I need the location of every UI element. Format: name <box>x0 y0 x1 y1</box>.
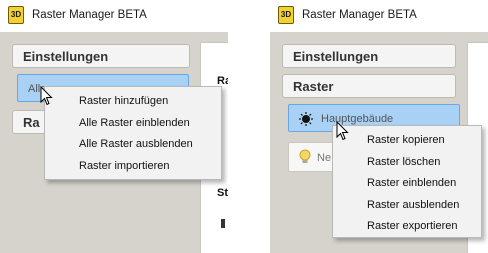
raster-hidden-bulb-icon[interactable] <box>298 149 312 165</box>
settings-button[interactable]: Einstellungen <box>12 44 190 68</box>
settings-button[interactable]: Einstellungen <box>282 44 456 68</box>
raster-button[interactable]: Raster <box>282 74 456 98</box>
menu-item-delete-raster[interactable]: Raster löschen <box>333 152 481 174</box>
menu-item-hide-all-rasters[interactable]: Alle Raster ausblenden <box>45 134 221 156</box>
app-icon: 3D <box>278 6 294 24</box>
panel-text-fragment <box>221 219 225 228</box>
context-menu: Raster kopieren Raster löschen Raster ei… <box>332 125 482 238</box>
raster-manager-window-left: 3D Raster Manager BETA Ra St Einstellung… <box>0 0 228 253</box>
title-bar[interactable]: 3D Raster Manager BETA <box>0 0 228 32</box>
raster-manager-window-right: 3D Raster Manager BETA Einstellungen Ras… <box>270 0 488 253</box>
menu-item-import-raster[interactable]: Raster importieren <box>45 156 221 178</box>
window-title: Raster Manager BETA <box>32 9 147 21</box>
menu-item-add-raster[interactable]: Raster hinzufügen <box>45 91 221 113</box>
menu-item-export-raster[interactable]: Raster exportieren <box>333 216 481 238</box>
mouse-pointer-icon <box>336 121 349 141</box>
menu-item-show-raster[interactable]: Raster einblenden <box>333 173 481 195</box>
raster-item-label: Hauptgebäude <box>321 113 394 125</box>
mouse-pointer-icon <box>40 86 53 106</box>
raster-visible-bulb-icon[interactable] <box>299 112 313 126</box>
menu-item-hide-raster[interactable]: Raster ausblenden <box>333 195 481 217</box>
raster-item-label: Ne <box>317 152 332 164</box>
menu-item-show-all-rasters[interactable]: Alle Raster einblenden <box>45 113 221 135</box>
app-icon: 3D <box>8 6 24 24</box>
context-menu: Raster hinzufügen Alle Raster einblenden… <box>44 86 222 180</box>
title-bar[interactable]: 3D Raster Manager BETA <box>270 0 488 32</box>
window-title: Raster Manager BETA <box>302 9 417 21</box>
panel-subheading: St <box>217 187 228 199</box>
menu-item-copy-raster[interactable]: Raster kopieren <box>333 130 481 152</box>
